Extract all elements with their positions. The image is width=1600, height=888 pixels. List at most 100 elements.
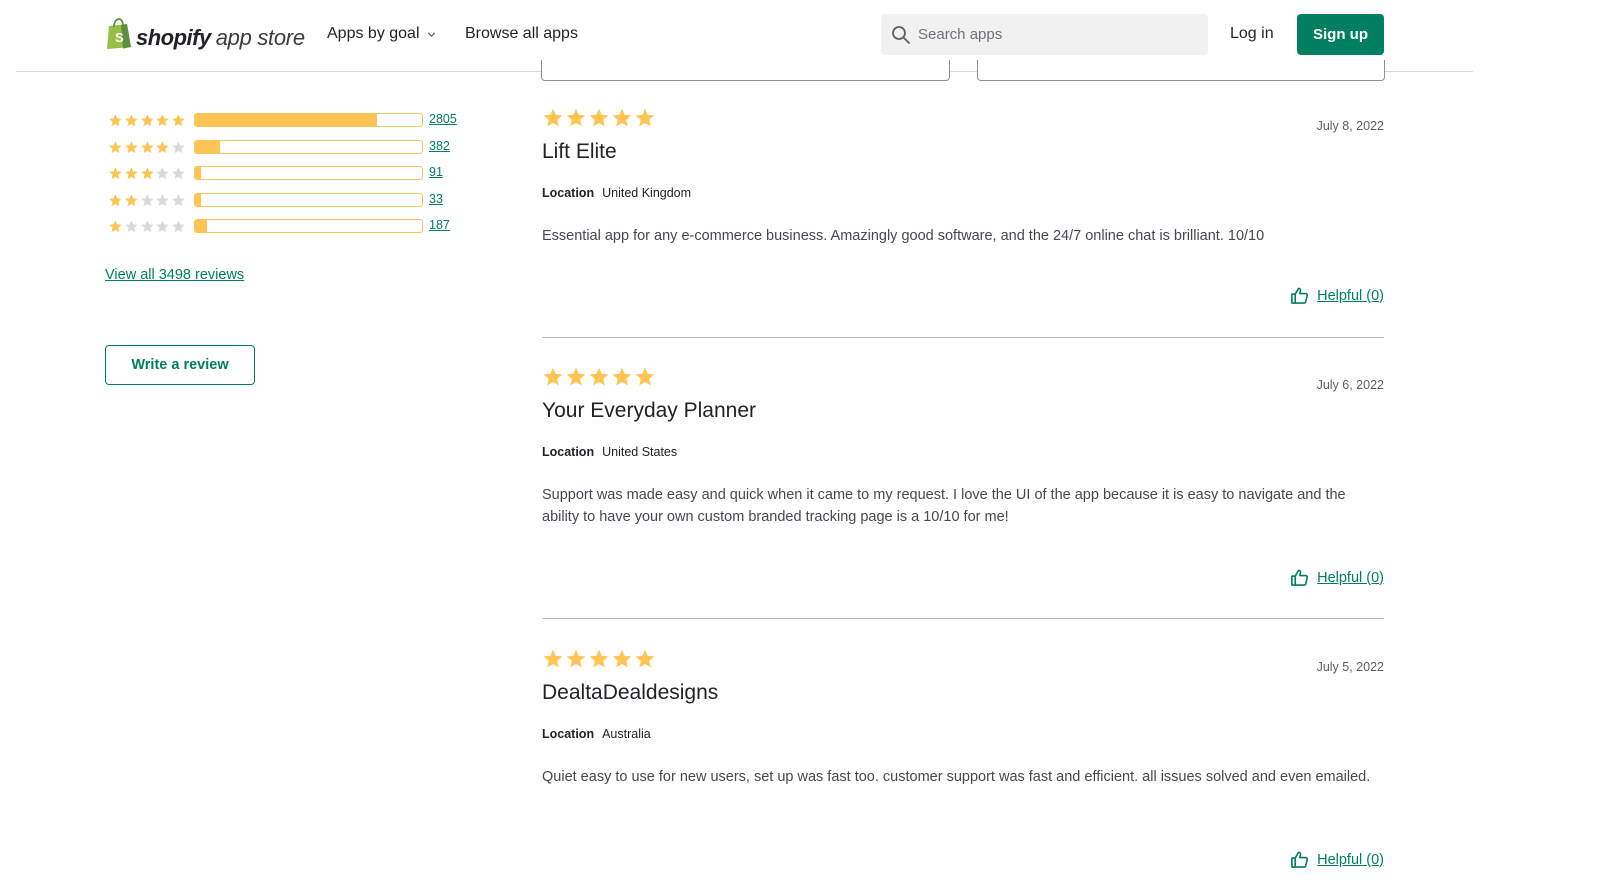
review-body: Essential app for any e-commerce busines… <box>542 228 1265 244</box>
rating-stars <box>108 166 186 181</box>
rating-bar-fill <box>195 194 201 206</box>
star-filled-icon <box>635 367 655 386</box>
review-card: July 5, 2022 DealtaDealdesigns Location Aus… <box>542 648 1384 878</box>
review-location: Location United States <box>542 445 677 459</box>
thumbs-up-icon <box>1291 851 1309 868</box>
star-empty-icon <box>172 193 185 206</box>
rating-bar <box>194 219 423 233</box>
star-empty-icon <box>172 166 185 179</box>
thumbs-up-icon <box>1291 287 1309 304</box>
shopify-app-store-logo[interactable]: S shopify app store <box>106 17 305 49</box>
star-filled-icon <box>566 367 586 386</box>
svg-text:S: S <box>115 30 124 45</box>
review-stars <box>542 107 1384 131</box>
star-empty-icon <box>156 219 170 232</box>
star-filled-icon <box>612 108 632 127</box>
star-filled-icon <box>140 113 154 126</box>
review-card: July 8, 2022 Lift Elite Location United Kin… <box>542 107 1384 337</box>
review-author: Your Everyday Planner <box>542 399 757 422</box>
write-review-button[interactable]: Write a review <box>105 345 255 385</box>
filter-dropdown[interactable] <box>977 60 1385 81</box>
location-label: Location <box>542 186 595 200</box>
rating-bar-fill <box>195 114 378 126</box>
star-filled-icon <box>543 649 563 668</box>
star-filled-icon <box>172 113 185 126</box>
star-filled-icon <box>140 166 154 179</box>
review-body: Quiet easy to use for new users, set up … <box>542 769 1371 785</box>
review-stars <box>542 366 1384 390</box>
star-filled-icon <box>589 649 609 668</box>
rating-row-5-star: 2805 <box>108 111 468 129</box>
star-filled-icon <box>124 193 138 206</box>
rating-stars <box>108 219 186 234</box>
helpful-label: Helpful (0) <box>1317 569 1384 586</box>
search-bar[interactable] <box>881 14 1208 55</box>
location-label: Location <box>542 445 595 459</box>
star-filled-icon <box>124 166 138 179</box>
rating-row-4-star: 382 <box>108 138 468 156</box>
login-link[interactable]: Log in <box>1230 25 1274 43</box>
review-location: Location United Kingdom <box>542 186 691 200</box>
review-date: July 8, 2022 <box>1316 119 1384 133</box>
star-filled-icon <box>156 140 170 153</box>
rating-count-link[interactable]: 187 <box>429 218 450 232</box>
star-empty-icon <box>140 219 154 232</box>
star-filled-icon <box>109 140 122 153</box>
rating-count-link[interactable]: 2805 <box>429 112 457 126</box>
rating-row-1-star: 187 <box>108 217 468 235</box>
review-card: July 6, 2022 Your Everyday Planner Locatio… <box>542 366 1384 596</box>
star-empty-icon <box>172 140 185 153</box>
rating-count-link[interactable]: 382 <box>429 139 450 153</box>
star-filled-icon <box>124 113 138 126</box>
helpful-button[interactable]: Helpful (0) <box>1290 568 1384 587</box>
nav-apps-by-goal[interactable]: Apps by goal <box>327 25 436 43</box>
logo-brand-text: shopify <box>136 25 211 50</box>
sort-dropdown[interactable] <box>541 60 950 81</box>
logo-sub-text: app store <box>215 25 305 50</box>
review-body: Support was made easy and quick when it … <box>542 487 1346 525</box>
thumbs-up-icon <box>1291 569 1309 586</box>
star-empty-icon <box>172 219 185 232</box>
search-input[interactable] <box>918 26 1188 43</box>
chevron-down-icon <box>427 31 435 37</box>
rating-count-link[interactable]: 33 <box>429 192 443 206</box>
rating-row-2-star: 33 <box>108 191 468 209</box>
star-filled-icon <box>566 108 586 127</box>
star-filled-icon <box>124 140 138 153</box>
star-empty-icon <box>156 193 170 206</box>
star-filled-icon <box>109 113 122 126</box>
location-value: United States <box>602 445 678 459</box>
helpful-label: Helpful (0) <box>1317 287 1384 304</box>
helpful-button[interactable]: Helpful (0) <box>1290 286 1384 305</box>
star-empty-icon <box>140 193 154 206</box>
review-date: July 5, 2022 <box>1316 660 1384 674</box>
rating-stars <box>108 113 186 128</box>
review-stars <box>542 648 1384 672</box>
view-all-reviews-link[interactable]: View all 3498 reviews <box>105 267 244 283</box>
review-date: July 6, 2022 <box>1316 378 1384 392</box>
search-icon <box>892 25 910 44</box>
star-filled-icon <box>612 367 632 386</box>
review-author: DealtaDealdesigns <box>542 681 719 704</box>
star-empty-icon <box>124 219 138 232</box>
star-filled-icon <box>109 166 122 179</box>
rating-bar <box>194 113 423 127</box>
star-empty-icon <box>156 166 170 179</box>
rating-count-link[interactable]: 91 <box>429 165 443 179</box>
location-label: Location <box>542 727 595 741</box>
shopify-bag-icon: S <box>107 18 131 49</box>
review-location: Location Australia <box>542 727 651 741</box>
rating-bar-fill <box>195 141 220 153</box>
helpful-label: Helpful (0) <box>1317 851 1384 868</box>
star-filled-icon <box>109 193 122 206</box>
star-filled-icon <box>612 649 632 668</box>
location-value: Australia <box>602 727 651 741</box>
nav-browse-all-label: Browse all apps <box>465 25 578 42</box>
star-filled-icon <box>140 140 154 153</box>
nav-apps-by-goal-label: Apps by goal <box>327 25 420 42</box>
helpful-button[interactable]: Helpful (0) <box>1290 850 1384 869</box>
review-divider <box>542 618 1384 619</box>
signup-button[interactable]: Sign up <box>1297 14 1384 55</box>
star-filled-icon <box>635 649 655 668</box>
nav-browse-all-apps[interactable]: Browse all apps <box>465 25 578 43</box>
